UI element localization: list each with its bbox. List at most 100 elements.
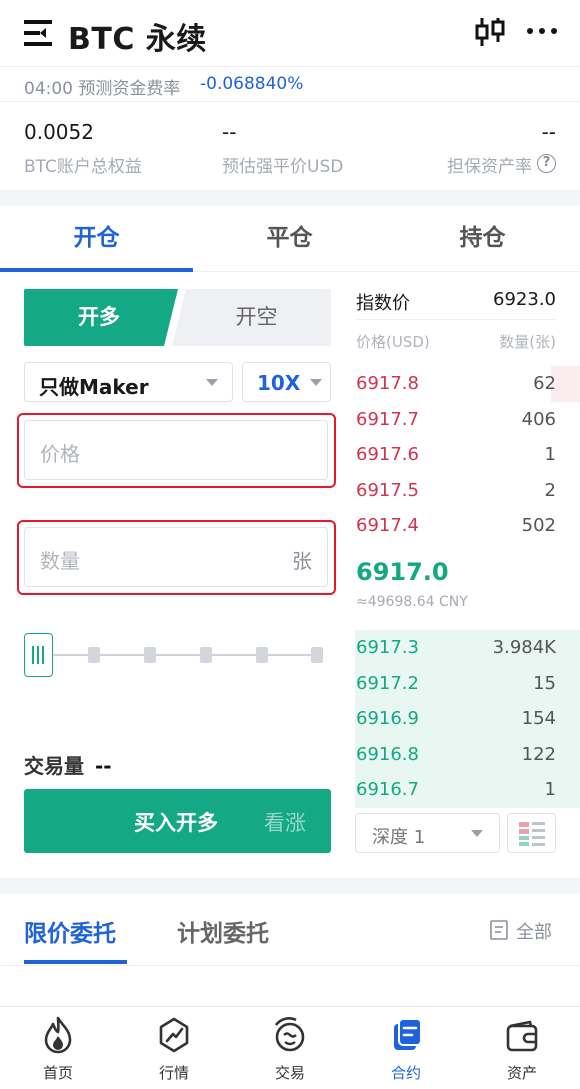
liq-price-value: -- xyxy=(222,120,237,144)
ask-qty: 502 xyxy=(521,515,556,536)
slider-tick[interactable] xyxy=(200,647,212,663)
funding-value: -0.068840% xyxy=(200,74,304,94)
quantity-input[interactable]: 数量 张 xyxy=(24,527,328,587)
buy-button-sub: 看涨 xyxy=(264,811,306,835)
open-short-button[interactable]: 开空 xyxy=(182,289,331,346)
dropdown-arrow-icon xyxy=(471,830,483,837)
bid-row[interactable]: 6917.3 3.984K xyxy=(356,630,556,665)
ask-row[interactable]: 6917.5 2 xyxy=(356,473,556,508)
price-input[interactable]: 价格 xyxy=(24,420,328,480)
index-price-value: 6923.0 xyxy=(493,289,556,310)
nav-divider xyxy=(0,1006,580,1007)
slider-track xyxy=(34,654,322,656)
bid-row[interactable]: 6917.2 15 xyxy=(356,666,556,701)
ask-price: 6917.4 xyxy=(356,515,419,536)
nav-label: 行情 xyxy=(158,1064,189,1082)
document-icon xyxy=(490,920,508,940)
all-orders-filter[interactable]: 全部 xyxy=(490,918,560,943)
funding-label: 04:00 预测资金费率 xyxy=(24,79,181,99)
buy-open-long-button[interactable]: 买入开多 看涨 xyxy=(24,789,331,853)
ask-row[interactable]: 6917.8 62 xyxy=(356,366,556,401)
equity-value: 0.0052 xyxy=(24,120,94,144)
divider xyxy=(356,319,556,320)
ask-price: 6917.6 xyxy=(356,444,419,465)
side-toggle: 开多 开空 xyxy=(24,289,331,346)
candlestick-chart-icon[interactable] xyxy=(474,16,506,48)
funding-rate-bar: 04:00 预测资金费率 -0.068840% xyxy=(0,66,580,102)
equity-label: BTC账户总权益 xyxy=(24,157,142,177)
ask-row[interactable]: 6917.4 502 xyxy=(356,508,556,543)
more-icon[interactable] xyxy=(527,28,557,36)
volume-label: 交易量 xyxy=(24,754,84,778)
nav-market[interactable]: 行情 xyxy=(116,1012,232,1089)
bid-qty: 3.984K xyxy=(492,637,556,658)
slider-tick[interactable] xyxy=(256,647,268,663)
depth-value: 深度 1 xyxy=(372,827,426,848)
buy-button-label: 买入开多 xyxy=(134,811,218,835)
slider-handle[interactable] xyxy=(24,633,53,677)
index-price-row: 指数价 6923.0 xyxy=(356,289,556,319)
depth-select[interactable]: 深度 1 xyxy=(355,813,500,853)
contract-icon xyxy=(394,1018,422,1050)
section-divider xyxy=(0,190,580,206)
slider-tick[interactable] xyxy=(88,647,100,663)
nav-home[interactable]: 首页 xyxy=(0,1012,116,1089)
orders-tabs: 限价委托 计划委托 全部 xyxy=(0,894,580,966)
page-title: BTC 永续 xyxy=(68,22,207,57)
quantity-placeholder: 数量 xyxy=(40,549,80,573)
last-price: 6917.0 xyxy=(356,558,449,586)
bid-qty: 122 xyxy=(521,743,556,765)
slider-tick[interactable] xyxy=(311,647,323,663)
index-price-label: 指数价 xyxy=(356,293,410,314)
ask-price: 6917.8 xyxy=(356,373,419,394)
ask-row[interactable]: 6917.6 1 xyxy=(356,437,556,472)
leverage-value: 10X xyxy=(257,371,301,395)
margin-ratio-label: 担保资产率 xyxy=(447,157,532,177)
bid-qty: 154 xyxy=(521,708,556,729)
bid-row[interactable]: 6916.7 1 xyxy=(356,772,556,807)
all-orders-label: 全部 xyxy=(516,922,552,943)
quantity-input-highlight: 数量 张 xyxy=(17,520,336,595)
orderbook-layout-icon xyxy=(519,822,545,846)
tab-open[interactable]: 开仓 xyxy=(0,206,193,270)
bid-price: 6916.8 xyxy=(356,743,419,765)
nav-assets[interactable]: 资产 xyxy=(464,1012,580,1089)
bid-row[interactable]: 6916.8 122 xyxy=(356,737,556,772)
tab-close[interactable]: 平仓 xyxy=(193,206,386,270)
order-type-select[interactable]: 只做Maker xyxy=(24,362,233,402)
help-icon[interactable]: ? xyxy=(537,154,556,173)
price-placeholder: 价格 xyxy=(40,442,80,466)
col-qty-label: 数量(张) xyxy=(499,333,556,351)
ask-qty: 2 xyxy=(544,479,556,501)
section-divider xyxy=(0,878,580,894)
ask-row[interactable]: 6917.7 406 xyxy=(356,402,556,437)
ask-price: 6917.5 xyxy=(356,479,419,501)
tab-positions[interactable]: 持仓 xyxy=(386,206,579,270)
order-type-value: 只做Maker xyxy=(39,375,149,399)
orderbook-layout-button[interactable] xyxy=(507,813,556,853)
open-long-button[interactable]: 开多 xyxy=(24,289,174,346)
volume-value: -- xyxy=(94,754,112,778)
dropdown-arrow-icon xyxy=(310,379,322,386)
bid-row[interactable]: 6916.9 154 xyxy=(356,701,556,736)
bid-price: 6917.3 xyxy=(356,637,419,658)
ask-price: 6917.7 xyxy=(356,408,419,430)
nav-contract[interactable]: 合约 xyxy=(348,1012,464,1089)
nav-label: 首页 xyxy=(42,1064,73,1082)
liq-price-label: 预估强平价USD xyxy=(222,157,344,177)
slider-tick[interactable] xyxy=(144,647,156,663)
tab-indicator xyxy=(0,268,193,272)
nav-trade[interactable]: 交易 xyxy=(232,1012,348,1089)
dropdown-arrow-icon xyxy=(206,379,218,386)
quantity-unit: 张 xyxy=(292,549,312,573)
tab-plan-orders[interactable]: 计划委托 xyxy=(177,914,269,948)
col-price-label: 价格(USD) xyxy=(356,333,430,351)
tab-limit-orders[interactable]: 限价委托 xyxy=(24,914,116,948)
bid-price: 6916.7 xyxy=(356,779,419,800)
menu-list-icon[interactable] xyxy=(24,20,54,46)
ask-qty: 62 xyxy=(533,373,556,394)
leverage-select[interactable]: 10X xyxy=(242,362,331,402)
last-price-cny: ≈49698.64 CNY xyxy=(356,594,468,610)
position-slider[interactable] xyxy=(24,633,324,677)
nav-label: 资产 xyxy=(506,1064,537,1082)
